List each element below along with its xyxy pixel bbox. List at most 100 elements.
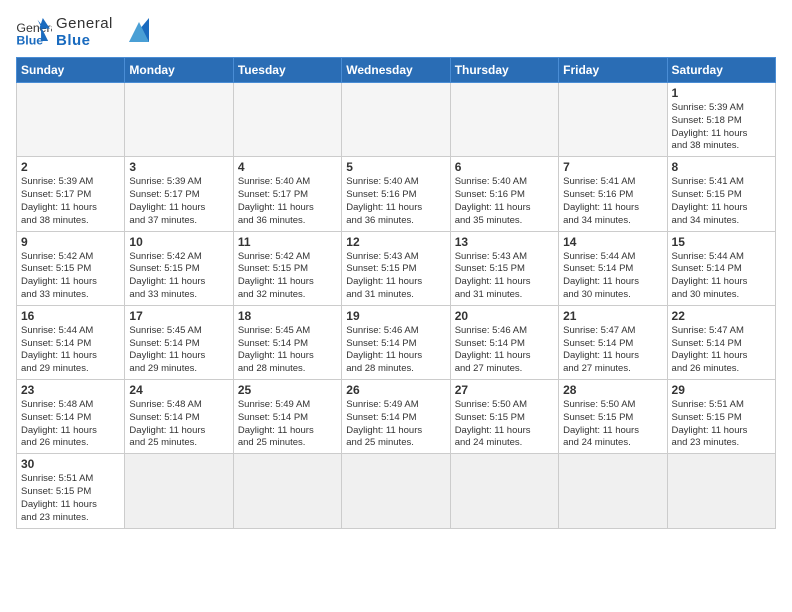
- day-info: Sunrise: 5:40 AM Sunset: 5:16 PM Dayligh…: [455, 176, 554, 227]
- day-info: Sunrise: 5:51 AM Sunset: 5:15 PM Dayligh…: [672, 399, 771, 450]
- day-number: 9: [21, 235, 120, 249]
- calendar-cell: [450, 454, 558, 528]
- calendar-cell: 16Sunrise: 5:44 AM Sunset: 5:14 PM Dayli…: [17, 305, 125, 379]
- day-info: Sunrise: 5:47 AM Sunset: 5:14 PM Dayligh…: [563, 325, 662, 376]
- calendar-cell: [233, 454, 341, 528]
- calendar-cell: 2Sunrise: 5:39 AM Sunset: 5:17 PM Daylig…: [17, 157, 125, 231]
- day-number: 20: [455, 309, 554, 323]
- day-number: 17: [129, 309, 228, 323]
- day-number: 30: [21, 457, 120, 471]
- calendar-row-2: 9 Sunrise: 5:42 AM Sunset: 5:15 PM Daylig…: [17, 231, 776, 305]
- calendar-cell: [125, 83, 233, 157]
- calendar-cell: 21 Sunrise: 5:47 AM Sunset: 5:14 PM Dayli…: [559, 305, 667, 379]
- calendar-cell: 11Sunrise: 5:42 AM Sunset: 5:15 PM Dayli…: [233, 231, 341, 305]
- calendar-row-3: 16Sunrise: 5:44 AM Sunset: 5:14 PM Dayli…: [17, 305, 776, 379]
- calendar-cell: 8 Sunrise: 5:41 AM Sunset: 5:15 PM Daylig…: [667, 157, 775, 231]
- calendar-cell: [342, 83, 450, 157]
- day-info: Sunrise: 5:42 AM Sunset: 5:15 PM Dayligh…: [21, 251, 120, 302]
- calendar-table: SundayMondayTuesdayWednesdayThursdayFrid…: [16, 57, 776, 529]
- calendar-cell: 19Sunrise: 5:46 AM Sunset: 5:14 PM Dayli…: [342, 305, 450, 379]
- day-number: 25: [238, 383, 337, 397]
- calendar-cell: 22 Sunrise: 5:47 AM Sunset: 5:14 PM Dayli…: [667, 305, 775, 379]
- day-info: Sunrise: 5:46 AM Sunset: 5:14 PM Dayligh…: [455, 325, 554, 376]
- day-info: Sunrise: 5:47 AM Sunset: 5:14 PM Dayligh…: [672, 325, 771, 376]
- calendar-cell: 5Sunrise: 5:40 AM Sunset: 5:16 PM Daylig…: [342, 157, 450, 231]
- day-info: Sunrise: 5:50 AM Sunset: 5:15 PM Dayligh…: [455, 399, 554, 450]
- day-number: 22: [672, 309, 771, 323]
- weekday-header-sunday: Sunday: [17, 58, 125, 83]
- calendar-cell: [559, 83, 667, 157]
- day-info: Sunrise: 5:43 AM Sunset: 5:15 PM Dayligh…: [455, 251, 554, 302]
- weekday-header-saturday: Saturday: [667, 58, 775, 83]
- weekday-header-monday: Monday: [125, 58, 233, 83]
- day-number: 27: [455, 383, 554, 397]
- day-number: 15: [672, 235, 771, 249]
- weekday-header-wednesday: Wednesday: [342, 58, 450, 83]
- day-number: 11: [238, 235, 337, 249]
- day-info: Sunrise: 5:44 AM Sunset: 5:14 PM Dayligh…: [563, 251, 662, 302]
- header: General Blue General Blue: [16, 16, 776, 49]
- calendar-cell: 26 Sunrise: 5:49 AM Sunset: 5:14 PM Dayli…: [342, 380, 450, 454]
- day-info: Sunrise: 5:39 AM Sunset: 5:18 PM Dayligh…: [672, 102, 771, 153]
- day-info: Sunrise: 5:44 AM Sunset: 5:14 PM Dayligh…: [672, 251, 771, 302]
- calendar-cell: [233, 83, 341, 157]
- calendar-cell: [559, 454, 667, 528]
- calendar-cell: 25Sunrise: 5:49 AM Sunset: 5:14 PM Dayli…: [233, 380, 341, 454]
- calendar-row-4: 23Sunrise: 5:48 AM Sunset: 5:14 PM Dayli…: [17, 380, 776, 454]
- calendar-cell: 1 Sunrise: 5:39 AM Sunset: 5:18 PM Daylig…: [667, 83, 775, 157]
- day-info: Sunrise: 5:41 AM Sunset: 5:15 PM Dayligh…: [672, 176, 771, 227]
- calendar-cell: 29Sunrise: 5:51 AM Sunset: 5:15 PM Dayli…: [667, 380, 775, 454]
- day-number: 28: [563, 383, 662, 397]
- page: General Blue General Blue SundayMondayTu…: [0, 0, 792, 539]
- day-number: 1: [672, 86, 771, 100]
- day-info: Sunrise: 5:49 AM Sunset: 5:14 PM Dayligh…: [346, 399, 445, 450]
- calendar-cell: 6 Sunrise: 5:40 AM Sunset: 5:16 PM Daylig…: [450, 157, 558, 231]
- day-number: 21: [563, 309, 662, 323]
- calendar-cell: 9 Sunrise: 5:42 AM Sunset: 5:15 PM Daylig…: [17, 231, 125, 305]
- weekday-header-row: SundayMondayTuesdayWednesdayThursdayFrid…: [17, 58, 776, 83]
- calendar-cell: 23Sunrise: 5:48 AM Sunset: 5:14 PM Dayli…: [17, 380, 125, 454]
- calendar-cell: 3Sunrise: 5:39 AM Sunset: 5:17 PM Daylig…: [125, 157, 233, 231]
- calendar-cell: 24Sunrise: 5:48 AM Sunset: 5:14 PM Dayli…: [125, 380, 233, 454]
- weekday-header-tuesday: Tuesday: [233, 58, 341, 83]
- calendar-cell: 7Sunrise: 5:41 AM Sunset: 5:16 PM Daylig…: [559, 157, 667, 231]
- calendar-cell: 10 Sunrise: 5:42 AM Sunset: 5:15 PM Dayli…: [125, 231, 233, 305]
- day-info: Sunrise: 5:39 AM Sunset: 5:17 PM Dayligh…: [21, 176, 120, 227]
- day-number: 24: [129, 383, 228, 397]
- day-number: 5: [346, 160, 445, 174]
- calendar-row-1: 2Sunrise: 5:39 AM Sunset: 5:17 PM Daylig…: [17, 157, 776, 231]
- calendar-cell: [667, 454, 775, 528]
- calendar-cell: [342, 454, 450, 528]
- calendar-cell: 12 Sunrise: 5:43 AM Sunset: 5:15 PM Dayli…: [342, 231, 450, 305]
- day-number: 18: [238, 309, 337, 323]
- calendar-cell: 28 Sunrise: 5:50 AM Sunset: 5:15 PM Dayli…: [559, 380, 667, 454]
- weekday-header-friday: Friday: [559, 58, 667, 83]
- day-info: Sunrise: 5:45 AM Sunset: 5:14 PM Dayligh…: [129, 325, 228, 376]
- day-number: 6: [455, 160, 554, 174]
- day-info: Sunrise: 5:51 AM Sunset: 5:15 PM Dayligh…: [21, 473, 120, 524]
- calendar-cell: [17, 83, 125, 157]
- day-info: Sunrise: 5:50 AM Sunset: 5:15 PM Dayligh…: [563, 399, 662, 450]
- logo-icon: General Blue: [16, 18, 52, 48]
- day-number: 3: [129, 160, 228, 174]
- day-info: Sunrise: 5:43 AM Sunset: 5:15 PM Dayligh…: [346, 251, 445, 302]
- logo-general: General: [56, 16, 113, 33]
- calendar-cell: 17 Sunrise: 5:45 AM Sunset: 5:14 PM Dayli…: [125, 305, 233, 379]
- calendar-row-0: 1 Sunrise: 5:39 AM Sunset: 5:18 PM Daylig…: [17, 83, 776, 157]
- svg-text:Blue: Blue: [16, 33, 43, 47]
- day-number: 10: [129, 235, 228, 249]
- day-number: 4: [238, 160, 337, 174]
- calendar-cell: 15 Sunrise: 5:44 AM Sunset: 5:14 PM Dayli…: [667, 231, 775, 305]
- weekday-header-thursday: Thursday: [450, 58, 558, 83]
- calendar-cell: [450, 83, 558, 157]
- logo-blue: Blue: [56, 33, 113, 50]
- day-number: 26: [346, 383, 445, 397]
- day-number: 16: [21, 309, 120, 323]
- day-number: 23: [21, 383, 120, 397]
- day-number: 8: [672, 160, 771, 174]
- day-info: Sunrise: 5:40 AM Sunset: 5:17 PM Dayligh…: [238, 176, 337, 227]
- calendar-cell: [125, 454, 233, 528]
- day-number: 12: [346, 235, 445, 249]
- day-number: 13: [455, 235, 554, 249]
- day-info: Sunrise: 5:42 AM Sunset: 5:15 PM Dayligh…: [129, 251, 228, 302]
